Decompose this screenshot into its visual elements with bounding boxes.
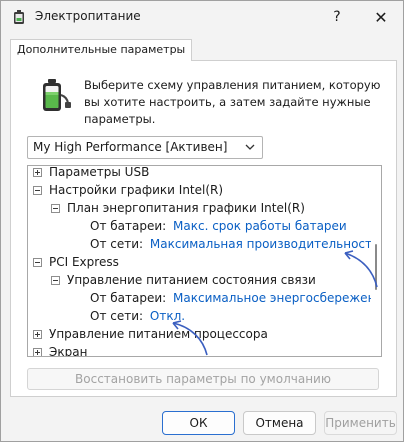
tree-item-label: Управление питанием процессора <box>49 327 268 341</box>
tree-scrollbar[interactable] <box>371 166 381 356</box>
setting-intel-ac[interactable]: От сети: Максимальная производительность <box>90 235 379 253</box>
setting-value-link[interactable]: Максимальное энергосбережение <box>173 291 381 305</box>
tree-item-label: Настройки графики Intel(R) <box>49 183 224 197</box>
window-title: Электропитание <box>35 9 141 23</box>
setting-label: От батареи: <box>90 219 167 233</box>
tab-advanced-settings[interactable]: Дополнительные параметры <box>10 39 193 61</box>
tree-item-label: План энергопитания графики Intel(R) <box>67 201 305 215</box>
tree-item-label: Параметры USB <box>49 165 150 179</box>
setting-intel-battery[interactable]: От батареи: Макс. срок работы батареи <box>90 217 347 235</box>
settings-panel: Выберите схему управления питанием, кото… <box>10 60 397 397</box>
power-options-icon <box>14 10 24 24</box>
setting-value-link[interactable]: Максимальная производительность <box>150 237 379 251</box>
power-options-dialog: Электропитание ? ✕ Дополнительные параме… <box>0 0 404 442</box>
collapse-icon[interactable] <box>51 204 60 213</box>
apply-button[interactable]: Применить <box>324 411 397 435</box>
collapse-icon[interactable] <box>51 276 60 285</box>
setting-label: От сети: <box>90 309 144 323</box>
restore-defaults-button[interactable]: Восстановить параметры по умолчанию <box>27 368 379 390</box>
power-plan-select[interactable]: My High Performance [Активен] <box>27 136 263 159</box>
setting-link-battery[interactable]: От батареи: Максимальное энергосбережени… <box>90 289 381 307</box>
collapse-icon[interactable] <box>33 186 42 195</box>
intro-text: Выберите схему управления питанием, кото… <box>84 78 381 126</box>
tree-item-label: Экран <box>49 345 88 357</box>
setting-value-link[interactable]: Макс. срок работы батареи <box>173 219 347 233</box>
chevron-down-icon <box>245 144 255 150</box>
title-bar: Электропитание ? ✕ <box>1 1 403 33</box>
settings-tree[interactable]: Параметры USB Настройки графики Intel(R)… <box>27 165 382 357</box>
scrollbar-thumb[interactable] <box>375 244 377 290</box>
ok-button[interactable]: ОК <box>162 411 235 435</box>
cancel-button[interactable]: Отмена <box>243 411 316 435</box>
close-icon: ✕ <box>374 7 388 27</box>
power-plan-value: My High Performance [Активен] <box>33 140 228 154</box>
tree-item-label: PCI Express <box>49 255 119 269</box>
collapse-icon[interactable] <box>33 258 42 267</box>
help-button[interactable]: ? <box>315 1 359 33</box>
setting-label: От батареи: <box>90 291 167 305</box>
tree-item-label: Управление питанием состояния связи <box>67 273 316 287</box>
expand-icon[interactable] <box>33 168 42 177</box>
battery-icon <box>43 79 71 111</box>
expand-icon[interactable] <box>33 330 42 339</box>
setting-value-link[interactable]: Откл. <box>150 309 185 323</box>
close-button[interactable]: ✕ <box>359 1 403 33</box>
expand-icon[interactable] <box>33 348 42 356</box>
setting-label: От сети: <box>90 237 144 251</box>
setting-link-ac[interactable]: От сети: Откл. <box>90 307 185 325</box>
